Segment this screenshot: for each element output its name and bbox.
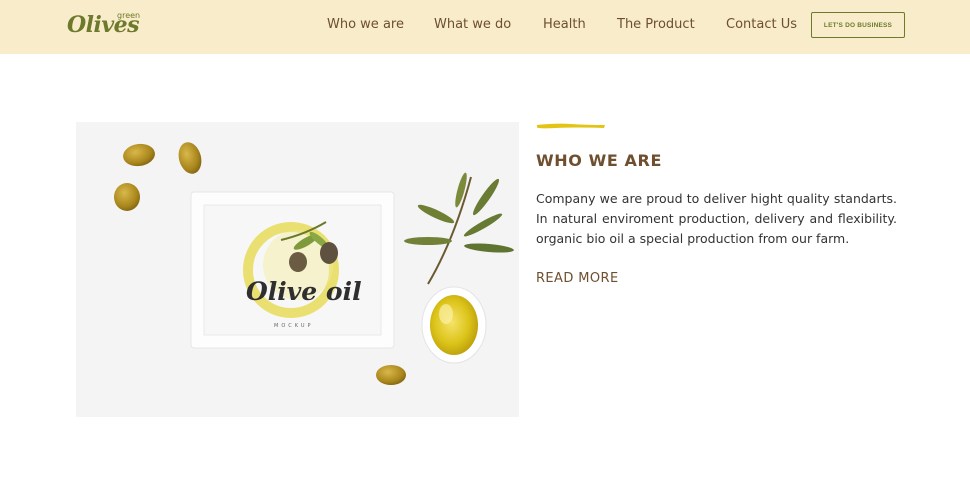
section-body-text: Company we are proud to deliver hight qu…	[536, 191, 897, 246]
frame-lettering: Olive oil	[246, 277, 362, 306]
lets-do-business-button[interactable]: LET'S DO BUSINESS	[811, 12, 905, 38]
section-title: WHO WE ARE	[536, 151, 662, 170]
accent-brush-stroke	[536, 123, 605, 129]
nav-the-product[interactable]: The Product	[617, 17, 695, 32]
frame-subtext: MOCKUP	[274, 323, 314, 329]
site-header: Olives green Who we are What we do Healt…	[0, 0, 970, 54]
olive-icon	[114, 183, 140, 211]
read-more-link[interactable]: READ MORE	[536, 271, 619, 286]
nav-what-we-do[interactable]: What we do	[434, 17, 511, 32]
olive-icon	[376, 365, 406, 385]
nav-who-we-are[interactable]: Who we are	[327, 17, 404, 32]
nav-contact-us[interactable]: Contact Us	[726, 17, 797, 32]
site-logo[interactable]: Olives green	[67, 10, 147, 44]
nav-health[interactable]: Health	[543, 17, 586, 32]
section-body: Company we are proud to deliver hight qu…	[536, 189, 897, 249]
olive-oil-photo: Olive oil MOCKUP	[76, 122, 519, 417]
logo-subtitle: green	[117, 11, 141, 20]
